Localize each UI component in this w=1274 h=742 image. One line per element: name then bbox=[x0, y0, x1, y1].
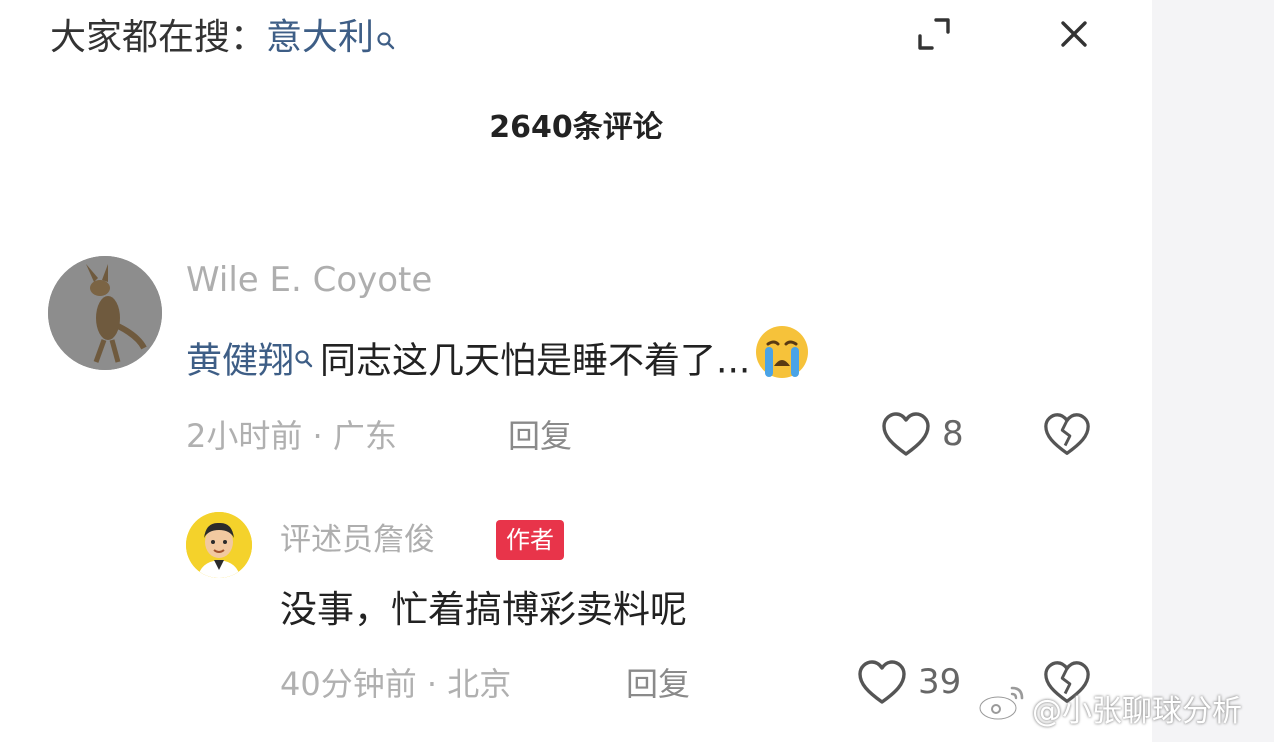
watermark-text: @小张聊球分析 bbox=[1032, 694, 1242, 729]
reply-button[interactable]: 回复 bbox=[626, 662, 690, 706]
mention-link[interactable]: 黄健翔 bbox=[186, 341, 294, 382]
search-suggestion-term[interactable]: 意大利 bbox=[266, 17, 374, 58]
coyote-avatar-image bbox=[48, 256, 162, 370]
author-badge: 作者 bbox=[496, 520, 564, 560]
comment-text: 黄健翔 同志这几天怕是睡不着了... bbox=[186, 326, 810, 395]
meta-separator: · bbox=[302, 417, 333, 455]
close-icon bbox=[1061, 21, 1087, 47]
avatar[interactable] bbox=[186, 512, 252, 578]
like-button[interactable]: 8 bbox=[880, 410, 980, 460]
like-count: 8 bbox=[942, 414, 964, 454]
author-avatar-image bbox=[186, 512, 252, 578]
meta-separator: · bbox=[416, 665, 448, 703]
side-panel-background bbox=[1152, 0, 1274, 742]
avatar[interactable] bbox=[48, 256, 162, 370]
search-suggestion-prefix: 大家都在搜： bbox=[50, 17, 267, 58]
collapse-button[interactable] bbox=[914, 14, 954, 54]
broken-heart-icon bbox=[1044, 413, 1090, 455]
comment-username[interactable]: Wile E. Coyote bbox=[186, 258, 432, 302]
comment-username[interactable]: 评述员詹俊 bbox=[280, 518, 435, 562]
comment-location: 广东 bbox=[332, 417, 397, 455]
search-icon bbox=[294, 332, 314, 384]
comment-time: 40分钟前 bbox=[280, 665, 417, 703]
crying-face-emoji bbox=[754, 324, 810, 395]
heart-icon bbox=[858, 660, 906, 704]
weibo-logo-icon bbox=[976, 682, 1028, 737]
like-button[interactable]: 39 bbox=[856, 658, 976, 708]
comment-meta: 40分钟前 · 北京 bbox=[280, 662, 511, 706]
search-suggestion[interactable]: 大家都在搜：意大利 bbox=[50, 14, 396, 64]
close-button[interactable] bbox=[1054, 14, 1094, 54]
heart-icon bbox=[882, 412, 930, 456]
comment-body: 同志这几天怕是睡不着了... bbox=[320, 340, 751, 382]
collapse-icon bbox=[918, 18, 950, 50]
watermark: @小张聊球分析 bbox=[976, 686, 1242, 736]
comment-text: 没事，忙着搞博彩卖料呢 bbox=[280, 588, 687, 631]
comment-meta: 2小时前 · 广东 bbox=[186, 414, 397, 458]
comment-count-title: 2640条评论 bbox=[489, 110, 663, 145]
like-count: 39 bbox=[918, 662, 962, 702]
dislike-button[interactable] bbox=[1042, 410, 1092, 460]
comment-location: 北京 bbox=[447, 665, 512, 703]
reply-button[interactable]: 回复 bbox=[508, 414, 572, 458]
search-icon bbox=[376, 16, 396, 64]
comment-time: 2小时前 bbox=[186, 417, 303, 455]
